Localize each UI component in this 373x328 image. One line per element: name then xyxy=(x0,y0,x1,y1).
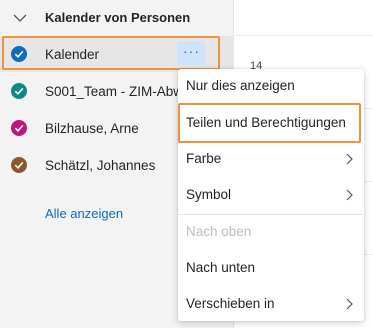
calendar-item-label: S001_Team - ZIM-Abw xyxy=(45,84,184,99)
menu-item-nach-oben: Nach oben xyxy=(178,215,364,249)
grid-line xyxy=(233,35,373,36)
menu-item-label: Verschieben in xyxy=(186,296,275,311)
menu-item-nur-dies-anzeigen[interactable]: Nur dies anzeigen xyxy=(178,69,364,103)
check-circle-icon[interactable] xyxy=(11,157,27,173)
chevron-right-icon xyxy=(346,153,353,165)
selection-highlight xyxy=(2,36,220,70)
check-circle-icon[interactable] xyxy=(11,83,27,99)
chevron-down-icon xyxy=(13,14,27,22)
check-circle-icon[interactable] xyxy=(11,120,27,136)
menu-item-nach-unten[interactable]: Nach unten xyxy=(178,251,364,285)
menu-item-label: Nur dies anzeigen xyxy=(186,78,295,93)
chevron-right-icon xyxy=(346,298,353,310)
menu-item-farbe[interactable]: Farbe xyxy=(178,142,364,176)
show-all-link[interactable]: Alle anzeigen xyxy=(45,206,123,221)
menu-item-label: Nach oben xyxy=(186,224,252,239)
group-header-kalender-von-personen[interactable]: Kalender von Personen xyxy=(0,0,233,36)
menu-item-highlight xyxy=(178,103,361,143)
calendar-item-label: Bilzhause, Arne xyxy=(45,121,139,136)
menu-item-label: Symbol xyxy=(186,187,232,202)
menu-item-symbol[interactable]: Symbol xyxy=(178,178,364,212)
group-title: Kalender von Personen xyxy=(45,10,191,25)
calendar-item-label: Schätzl, Johannes xyxy=(45,158,156,173)
menu-item-label: Nach unten xyxy=(186,260,256,275)
menu-item-verschieben-in[interactable]: Verschieben in xyxy=(178,287,364,321)
chevron-right-icon xyxy=(346,189,353,201)
menu-item-label: Farbe xyxy=(186,151,222,166)
